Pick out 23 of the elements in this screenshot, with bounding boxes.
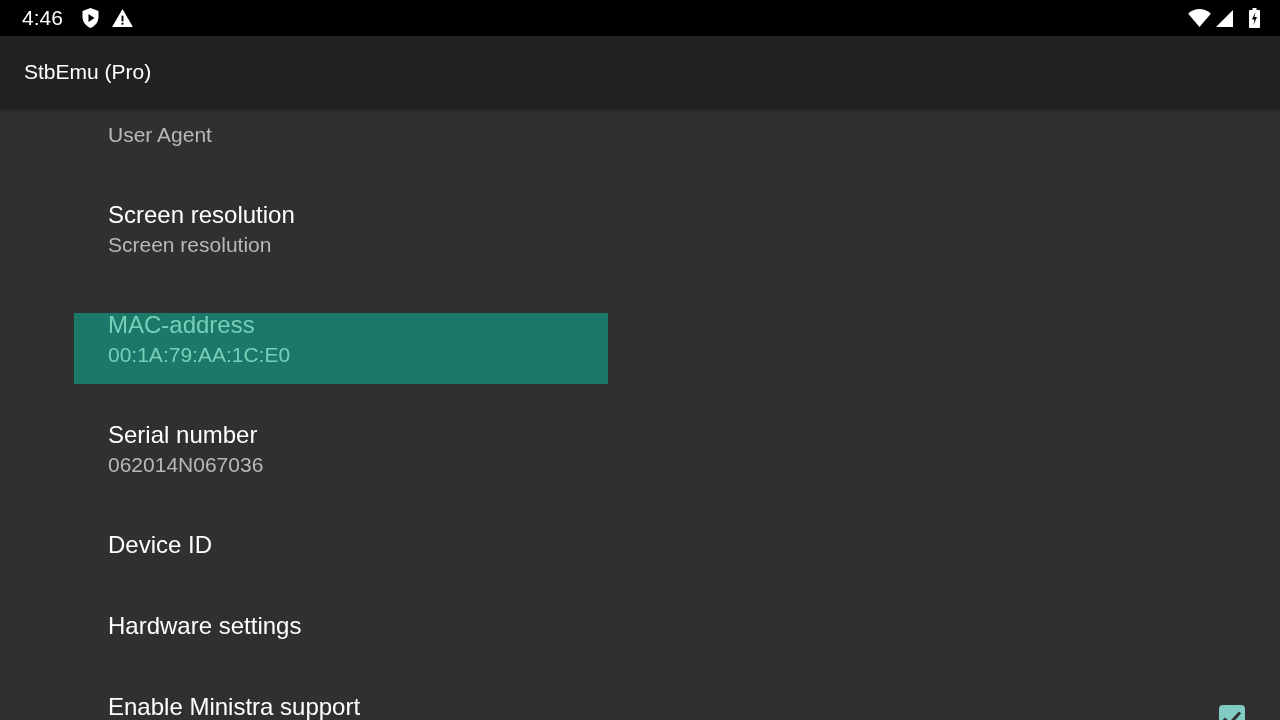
preference-title: Device ID [108,533,214,557]
preference-summary: User Agent [108,123,213,147]
app-title: StbEmu (Pro) [24,59,152,85]
list-item[interactable]: Hardware settings [74,614,608,656]
list-item[interactable]: Device ID [74,533,608,575]
warning-icon [111,9,133,27]
shield-icon [81,8,99,28]
status-time: 4:46 [22,6,63,30]
preference-summary: 062014N067036 [108,453,265,477]
preference-title: Enable Ministra support [108,695,362,719]
preference-summary: 00:1A:79:AA:1C:E0 [108,343,292,367]
preference-title: Serial number [108,423,259,447]
list-item[interactable]: Serial number 062014N067036 [74,423,608,494]
preference-title: Hardware settings [108,614,303,638]
wifi-icon [1187,9,1212,27]
signal-icon [1216,9,1233,27]
battery-charging-icon [1249,8,1260,28]
list-item[interactable]: User Agent [74,108,608,164]
preference-title: Screen resolution [108,203,296,227]
preference-summary: Screen resolution [108,233,273,257]
list-item[interactable]: Enable Ministra support [74,695,608,720]
preference-title: MAC-address [108,313,256,337]
list-item[interactable]: Screen resolution Screen resolution [74,203,608,274]
